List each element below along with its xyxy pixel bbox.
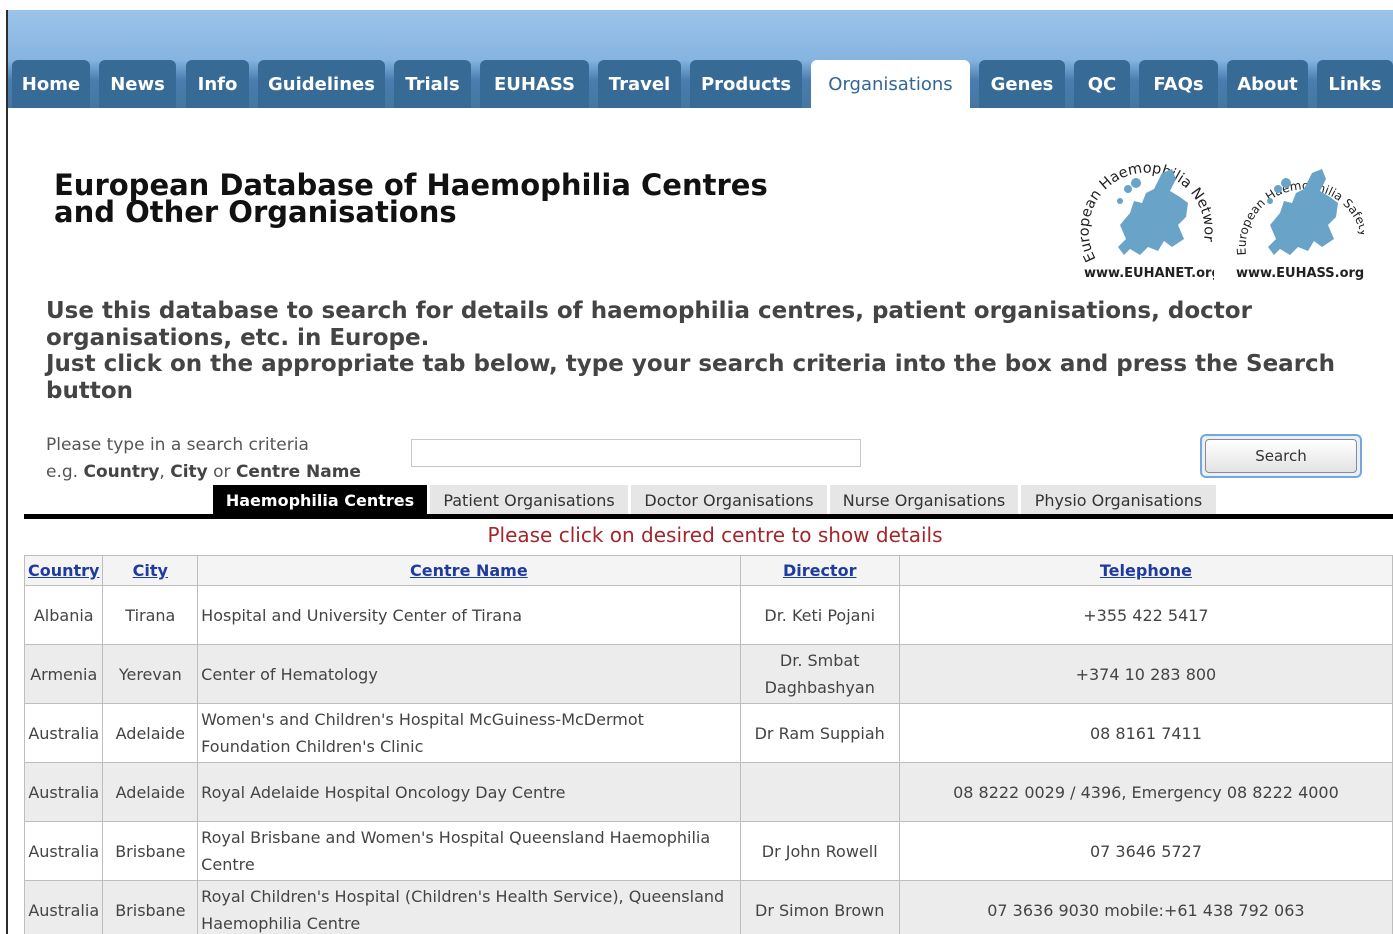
tab-haemophilia-centres[interactable]: Haemophilia Centres xyxy=(213,485,427,516)
nav-tab-home[interactable]: Home xyxy=(12,60,90,108)
nav-tab-guidelines[interactable]: Guidelines xyxy=(258,60,385,108)
cell-telephone: 08 8161 7411 xyxy=(898,703,1393,763)
sort-director-link[interactable]: Director xyxy=(783,561,857,580)
nav-tab-faqs[interactable]: FAQs xyxy=(1139,60,1218,108)
header-country: Country xyxy=(23,555,104,586)
cell-director: Dr Ram Suppiah xyxy=(739,703,900,763)
cell-centre-name: Royal Brisbane and Women's Hospital Quee… xyxy=(197,821,741,881)
left-border xyxy=(6,10,8,934)
nav-tab-about[interactable]: About xyxy=(1227,60,1308,108)
cell-city: Brisbane xyxy=(102,821,199,881)
cell-director: Dr. Smbat Daghbashyan xyxy=(739,644,900,704)
cell-centre-name: Royal Children's Hospital (Children's He… xyxy=(197,880,741,934)
table-header-row: Country City Centre Name Director Teleph… xyxy=(23,555,1393,586)
sort-city-link[interactable]: City xyxy=(133,561,168,580)
euhass-logo[interactable]: European Haemophilia Safety Surveillance… xyxy=(1230,143,1364,281)
cell-centre-name: Hospital and University Center of Tirana xyxy=(197,585,741,645)
cell-city: Adelaide xyxy=(102,703,199,763)
nav-tab-euhass[interactable]: EUHASS xyxy=(480,60,589,108)
cell-director xyxy=(739,762,900,822)
header-director: Director xyxy=(739,555,900,586)
cell-city: Tirana xyxy=(102,585,199,645)
cell-director: Dr John Rowell xyxy=(739,821,900,881)
cell-country: Armenia xyxy=(23,644,104,704)
nav-tab-products[interactable]: Products xyxy=(690,60,802,108)
intro-line-2: Just click on the appropriate tab below,… xyxy=(46,351,1336,404)
cell-telephone: +374 10 283 800 xyxy=(898,644,1393,704)
nav-tab-news[interactable]: News xyxy=(99,60,176,108)
cell-country: Albania xyxy=(23,585,104,645)
intro-line-1: Use this database to search for details … xyxy=(46,298,1252,351)
tab-underline xyxy=(24,514,1393,519)
cell-city: Brisbane xyxy=(102,880,199,934)
cell-director: Dr. Keti Pojani xyxy=(739,585,900,645)
nav-tab-info[interactable]: Info xyxy=(186,60,249,108)
nav-tab-genes[interactable]: Genes xyxy=(979,60,1065,108)
search-prompt-line: Please type in a search criteria xyxy=(46,435,309,455)
nav-tab-organisations[interactable]: Organisations xyxy=(811,60,970,108)
table-row[interactable]: Albania Tirana Hospital and University C… xyxy=(23,585,1393,645)
nav-tab-qc[interactable]: QC xyxy=(1074,60,1130,108)
euhanet-logo[interactable]: European Haemophilia Network www.EUHANET… xyxy=(1080,143,1214,281)
tab-nurse-organisations[interactable]: Nurse Organisations xyxy=(830,485,1018,516)
search-button[interactable]: Search xyxy=(1200,434,1362,478)
title-line-2: and Other Organisations xyxy=(54,195,457,229)
euhass-url: www.EUHASS.org xyxy=(1236,266,1364,281)
cell-country: Australia xyxy=(23,703,104,763)
cell-centre-name: Center of Hematology xyxy=(197,644,741,704)
search-example: e.g. Country, City or Centre Name xyxy=(46,462,361,482)
results-table: Country City Centre Name Director Teleph… xyxy=(23,555,1393,934)
intro-text: Use this database to search for details … xyxy=(46,298,1366,404)
euhanet-url: www.EUHANET.org xyxy=(1084,266,1214,281)
cell-telephone: 08 8222 0029 / 4396, Emergency 08 8222 4… xyxy=(898,762,1393,822)
table-row[interactable]: Australia Brisbane Royal Brisbane and Wo… xyxy=(23,821,1393,881)
cell-city: Adelaide xyxy=(102,762,199,822)
table-row[interactable]: Australia Adelaide Women's and Children'… xyxy=(23,703,1393,763)
sort-country-link[interactable]: Country xyxy=(28,561,99,580)
cell-city: Yerevan xyxy=(102,644,199,704)
cell-telephone: +355 422 5417 xyxy=(898,585,1393,645)
table-row[interactable]: Australia Adelaide Royal Adelaide Hospit… xyxy=(23,762,1393,822)
cell-country: Australia xyxy=(23,821,104,881)
header-telephone: Telephone xyxy=(898,555,1393,586)
cell-centre-name: Women's and Children's Hospital McGuines… xyxy=(197,703,741,763)
cell-telephone: 07 3636 9030 mobile:+61 438 792 063 xyxy=(898,880,1393,934)
header-city: City xyxy=(102,555,199,586)
tab-doctor-organisations[interactable]: Doctor Organisations xyxy=(631,485,827,516)
sort-telephone-link[interactable]: Telephone xyxy=(1100,561,1192,580)
sort-centre-name-link[interactable]: Centre Name xyxy=(410,561,528,580)
table-row[interactable]: Armenia Yerevan Center of Hematology Dr.… xyxy=(23,644,1393,704)
cell-country: Australia xyxy=(23,880,104,934)
tab-patient-organisations[interactable]: Patient Organisations xyxy=(430,485,628,516)
search-prompt: Please type in a search criteria e.g. Co… xyxy=(46,432,361,486)
table-row[interactable]: Australia Brisbane Royal Children's Hosp… xyxy=(23,880,1393,934)
instruction-text: Please click on desired centre to show d… xyxy=(487,523,943,547)
cell-centre-name: Royal Adelaide Hospital Oncology Day Cen… xyxy=(197,762,741,822)
cell-director: Dr Simon Brown xyxy=(739,880,900,934)
search-input[interactable] xyxy=(411,439,861,467)
header-centre-name: Centre Name xyxy=(197,555,741,586)
search-button-label: Search xyxy=(1205,439,1357,473)
tab-physio-organisations[interactable]: Physio Organisations xyxy=(1021,485,1216,516)
page-title: European Database of Haemophilia Centres… xyxy=(54,171,768,229)
cell-country: Australia xyxy=(23,762,104,822)
nav-tab-travel[interactable]: Travel xyxy=(598,60,681,108)
nav-tab-trials[interactable]: Trials xyxy=(394,60,471,108)
nav-tab-links[interactable]: Links xyxy=(1317,60,1393,108)
cell-telephone: 07 3646 5727 xyxy=(898,821,1393,881)
